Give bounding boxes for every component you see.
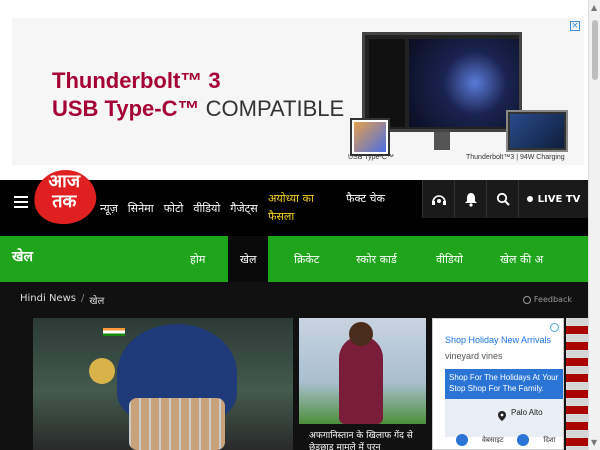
scroll-down-icon[interactable]: ▼ bbox=[591, 438, 597, 447]
monitor-stand bbox=[434, 132, 450, 150]
breadcrumb-separator: / bbox=[80, 293, 85, 304]
monitor-image bbox=[362, 32, 522, 132]
sponsored-ad-card[interactable]: Shop Holiday New Arrivals vineyard vines… bbox=[432, 318, 564, 450]
podcast-icon[interactable] bbox=[422, 180, 454, 218]
hero-article-image[interactable] bbox=[33, 318, 293, 450]
tab-home[interactable]: होम bbox=[178, 236, 217, 282]
live-dot-icon bbox=[526, 196, 533, 202]
ad-caption-left: USB Type-C™ bbox=[348, 154, 394, 161]
menu-icon[interactable] bbox=[14, 196, 28, 211]
ad-location: Palo Alto bbox=[511, 408, 543, 417]
section-title: खेल bbox=[12, 249, 33, 265]
ad-banner[interactable]: × Thunderbolt™ 3 USB Type-C™ COMPATIBLE … bbox=[12, 18, 584, 165]
breadcrumb-current: खेल bbox=[89, 296, 105, 307]
scroll-up-icon[interactable]: ▲ bbox=[591, 3, 597, 12]
directions-label[interactable]: दिशा bbox=[543, 436, 555, 445]
tab-video[interactable]: वीडियो bbox=[424, 236, 475, 282]
ad-headline-2-bold: USB Type-C™ bbox=[52, 96, 200, 121]
website-label[interactable]: वेबसाइट bbox=[482, 436, 503, 445]
tab-scorecard[interactable]: स्कोर कार्ड bbox=[344, 236, 409, 282]
nav-photo[interactable]: फोटो bbox=[164, 201, 184, 216]
bell-icon[interactable] bbox=[454, 180, 486, 218]
article-headline[interactable]: अफगानिस्तान के खिलाफ गेंद से छेड़छाड़ मा… bbox=[309, 430, 419, 450]
scroll-thumb[interactable] bbox=[592, 20, 598, 80]
ad-caption-right: Thunderbolt™3 | 94W Charging bbox=[466, 154, 565, 161]
location-pin-icon bbox=[498, 406, 506, 425]
scrollbar[interactable]: ▲ ▼ bbox=[588, 0, 600, 450]
ad-description[interactable]: Shop For The Holidays At Your Stop Shop … bbox=[445, 369, 563, 399]
live-tv-button[interactable]: LIVE TV bbox=[518, 180, 588, 218]
ad-actions: वेबसाइट दिशा bbox=[456, 434, 556, 446]
directions-icon[interactable] bbox=[517, 434, 530, 446]
breadcrumb: Hindi News / खेल bbox=[20, 293, 104, 307]
website-icon[interactable] bbox=[456, 434, 468, 446]
feedback-icon bbox=[522, 295, 531, 304]
feedback-label: Feedback bbox=[533, 295, 572, 304]
tab-sports-more[interactable]: खेल की अ bbox=[488, 236, 555, 282]
tab-sports[interactable]: खेल bbox=[228, 236, 269, 282]
logo-text: आज तक bbox=[48, 171, 81, 213]
nav-news[interactable]: न्यूज़ bbox=[100, 201, 118, 216]
ad-title[interactable]: Shop Holiday New Arrivals bbox=[445, 335, 551, 345]
nav-fact-check[interactable]: फैक्ट चेक bbox=[346, 190, 406, 208]
article-image bbox=[299, 318, 426, 424]
main-nav: न्यूज़ सिनेमा फोटो वीडियो गैजेट्स bbox=[100, 201, 258, 216]
ad-info-icon[interactable] bbox=[550, 323, 559, 332]
section-nav: खेल होम खेल क्रिकेट स्कोर कार्ड वीडियो ख… bbox=[0, 236, 588, 282]
close-icon[interactable]: × bbox=[570, 21, 580, 31]
helmet-grill bbox=[129, 398, 225, 450]
ad-choices[interactable]: × bbox=[568, 21, 580, 31]
ad-headline-2-light: COMPATIBLE bbox=[199, 96, 345, 121]
nav-gadgets[interactable]: गैजेट्स bbox=[230, 201, 257, 216]
ad-advertiser: vineyard vines bbox=[445, 351, 503, 361]
breadcrumb-home[interactable]: Hindi News bbox=[20, 293, 76, 307]
india-flag-icon bbox=[103, 328, 125, 336]
tab-cricket[interactable]: क्रिकेट bbox=[282, 236, 331, 282]
breadcrumb-bar: Hindi News / खेल Feedback bbox=[0, 282, 588, 318]
ad-headline-2: USB Type-C™ COMPATIBLE bbox=[52, 96, 344, 122]
search-icon[interactable] bbox=[486, 180, 518, 218]
top-navigation: आज तक न्यूज़ सिनेमा फोटो वीडियो गैजेट्स … bbox=[0, 165, 588, 236]
article-card[interactable]: अफगानिस्तान के खिलाफ गेंद से छेड़छाड़ मा… bbox=[299, 318, 426, 450]
side-ad-strip[interactable] bbox=[566, 318, 588, 450]
ad-headline-1: Thunderbolt™ 3 bbox=[52, 68, 221, 93]
laptop-image bbox=[506, 110, 568, 152]
bcci-badge-icon bbox=[89, 358, 115, 384]
live-tv-label: LIVE TV bbox=[537, 193, 581, 205]
tablet-image bbox=[350, 118, 390, 156]
nav-video[interactable]: वीडियो bbox=[193, 201, 220, 216]
aajtak-logo[interactable]: आज तक bbox=[30, 165, 100, 229]
content-area: अफगानिस्तान के खिलाफ गेंद से छेड़छाड़ मा… bbox=[0, 318, 588, 450]
feedback-button[interactable]: Feedback bbox=[522, 295, 572, 304]
ad-banner-area: × Thunderbolt™ 3 USB Type-C™ COMPATIBLE … bbox=[0, 0, 588, 180]
nav-ayodhya-verdict[interactable]: अयोध्या का फैसला bbox=[268, 190, 342, 226]
nav-cinema[interactable]: सिनेमा bbox=[128, 201, 154, 216]
